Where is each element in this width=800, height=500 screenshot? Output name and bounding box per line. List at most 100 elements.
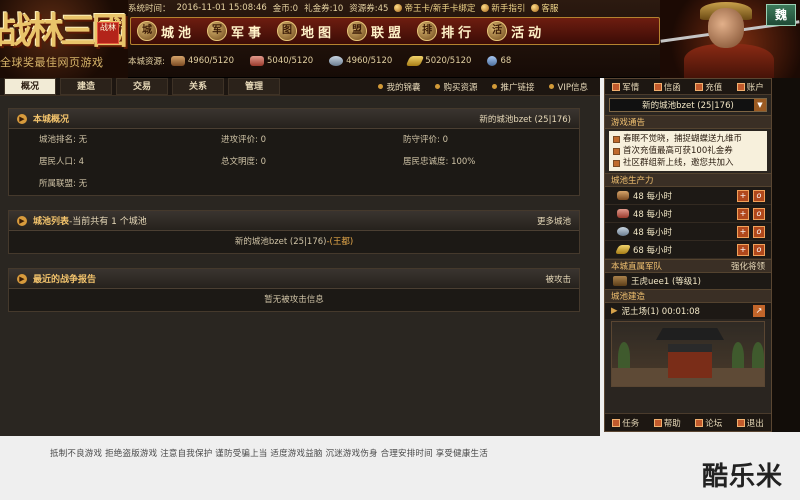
notice-item[interactable]: 春眠不觉晓，捕捉蝴蝶送九维币 (613, 133, 763, 145)
logout-button[interactable]: 退出 (736, 417, 764, 429)
forum-icon (695, 418, 704, 427)
notice-icon (613, 135, 620, 143)
population-icon (487, 56, 498, 66)
notice-title: 游戏通告 (605, 115, 771, 129)
resource-label: 本城资源: (128, 57, 165, 67)
recharge-icon (695, 82, 704, 91)
buy-resources-link[interactable]: 购买资源 (434, 81, 478, 93)
service-icon (531, 4, 540, 12)
speedup-button[interactable]: ↗ (753, 305, 765, 317)
roof-graphic (656, 328, 724, 340)
faction-badge[interactable]: 魏 (766, 4, 796, 26)
logout-icon (736, 418, 745, 427)
city-list-header: ▶ 城池列表-当前共有 1 个城池 更多城池 (9, 211, 579, 231)
game-logo[interactable]: 战林三國 战林 全球奖最佳网页游戏 (0, 0, 128, 78)
general-portrait: 魏 (660, 0, 800, 78)
stat-loyalty: 居民忠诚度: 100% (403, 157, 476, 167)
bullet-icon (491, 84, 497, 89)
help-button[interactable]: 帮助 (653, 417, 681, 429)
chevron-down-icon: ▼ (754, 99, 766, 111)
promo-link[interactable]: 推广链接 (491, 81, 535, 93)
stat-civilization: 总文明度: 0 (221, 157, 266, 167)
building-title: 城池建造 (605, 289, 771, 303)
boost-button[interactable]: + (737, 207, 749, 220)
tab-manage[interactable]: 管理 (228, 78, 280, 95)
overview-stats: 城池排名: 无 进攻评价: 0 防守评价: 0 居民人口: 4 总文明度: 0 … (9, 129, 579, 195)
info-button[interactable]: o (753, 207, 765, 220)
customer-service-link[interactable]: 客服 (531, 2, 558, 14)
help-icon (653, 418, 662, 427)
coupon-balance: 礼金券:10 (304, 4, 344, 14)
map-icon: 图 (277, 21, 298, 41)
boost-button[interactable]: + (737, 225, 749, 238)
boost-button[interactable]: + (737, 243, 749, 256)
meat-icon (617, 209, 629, 218)
food-icon (405, 56, 425, 66)
tab-build[interactable]: 建造 (60, 78, 112, 95)
military-info-icon (612, 82, 621, 91)
meat-icon (250, 56, 265, 66)
military-icon: 军 (207, 21, 228, 41)
nav-ranking[interactable]: 排排行 (417, 21, 475, 41)
newbie-guide-link[interactable]: 新手指引 (481, 2, 525, 14)
info-button[interactable]: o (753, 225, 765, 238)
nav-alliance[interactable]: 盟联盟 (347, 21, 405, 41)
sidebar-top-buttons: 军情 信函 充值 账户 (605, 79, 771, 95)
logo-seal: 战林 (97, 22, 119, 44)
city-list-title: 城池列表-当前共有 1 个城池 (33, 217, 147, 227)
gate-graphic (668, 344, 712, 378)
mail-button[interactable]: 信函 (653, 81, 681, 93)
war-report-empty: 暂无被攻击信息 (264, 295, 324, 305)
info-bar: 系统时间： 2016-11-01 15:08:46 金币:0 礼金券:10 资源… (128, 0, 718, 16)
tab-relations[interactable]: 关系 (172, 78, 224, 95)
expand-arrow-icon: ▶ (17, 113, 27, 124)
arrow-icon: ▶ (611, 306, 618, 316)
production-row-wood: 48 每小时 + o (605, 187, 771, 205)
tab-overview[interactable]: 概况 (4, 78, 56, 95)
right-edge-strip (772, 78, 800, 432)
stat-attack: 进攻评价: 0 (221, 135, 266, 145)
more-cities-link[interactable]: 更多城池 (537, 215, 571, 227)
production-row-food: 68 每小时 + o (605, 241, 771, 259)
stat-population: 居民人口: 4 (39, 157, 84, 167)
emperor-card-link[interactable]: 帝王卡/新手卡绑定 (394, 2, 475, 14)
recharge-button[interactable]: 充值 (695, 81, 722, 93)
tab-trade[interactable]: 交易 (116, 78, 168, 95)
nav-military[interactable]: 军军事 (207, 21, 265, 41)
tasks-icon (612, 418, 621, 427)
ranking-icon: 排 (417, 21, 438, 41)
nav-events[interactable]: 活活动 (487, 21, 545, 41)
military-info-button[interactable]: 军情 (612, 81, 639, 93)
notice-icon (613, 159, 620, 167)
war-report-title: 最近的战争报告 (33, 275, 97, 285)
general-face (708, 8, 744, 48)
my-bag-link[interactable]: 我的锦囊 (377, 81, 421, 93)
boost-button[interactable]: + (737, 189, 749, 202)
city-list-entry[interactable]: 新的城池bzet (25|176)-(王都) (9, 231, 579, 253)
vip-info-link[interactable]: VIP信息 (548, 81, 588, 93)
nav-map[interactable]: 图地图 (277, 21, 335, 41)
city-select[interactable]: 新的城池bzet (25|176) ▼ (609, 98, 767, 112)
horse-icon (613, 276, 627, 286)
food-icon (614, 245, 632, 254)
info-button[interactable]: o (753, 189, 765, 202)
main-content: ▶ 本城概况 新的城池bzet (25|176) 城池排名: 无 进攻评价: 0… (0, 96, 600, 436)
main-nav: 城城池 军军事 图地图 盟联盟 排排行 活活动 (130, 17, 660, 45)
notice-item[interactable]: 首次充值最高可获100礼金券 (613, 145, 763, 157)
stat-rank: 城池排名: 无 (39, 135, 88, 145)
production-row-iron: 48 每小时 + o (605, 223, 771, 241)
nav-city[interactable]: 城城池 (137, 21, 195, 41)
info-button[interactable]: o (753, 243, 765, 256)
notice-box: 春眠不觉晓，捕捉蝴蝶送九维币 首次充值最高可获100礼金券 社区群组新上线，邀您… (609, 131, 767, 171)
tasks-button[interactable]: 任务 (612, 417, 639, 429)
strengthen-general-link[interactable]: 强化将领 (731, 260, 771, 272)
bullet-icon (434, 84, 440, 89)
attacked-filter-link[interactable]: 被攻击 (545, 273, 571, 285)
forum-button[interactable]: 论坛 (695, 417, 722, 429)
bullet-icon (548, 84, 554, 89)
army-entry[interactable]: 王虎uee1 (等级1) (605, 273, 771, 289)
account-button[interactable]: 账户 (736, 81, 764, 93)
overview-title: 本城概况 (33, 115, 70, 125)
notice-item[interactable]: 社区群组新上线，邀您共加入 (613, 157, 763, 169)
iron-icon (329, 56, 344, 66)
